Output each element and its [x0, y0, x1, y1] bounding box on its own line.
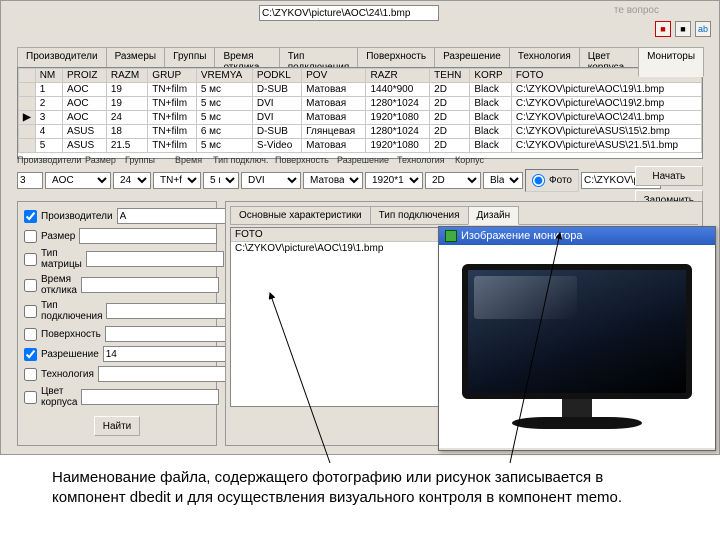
col-header[interactable]: PODKL [252, 69, 301, 83]
check-value-8[interactable] [81, 389, 219, 405]
window-icon [445, 230, 457, 242]
data-grid[interactable]: NMPROIZRAZMGRUPVREMYAPODKLPOVRAZRTEHNKOR… [18, 68, 702, 153]
tab-9[interactable]: Мониторы [638, 47, 704, 77]
start-button[interactable]: Начать [635, 166, 703, 186]
check-label: Тип подключения [41, 300, 102, 322]
toolbar-icon-3[interactable]: ab [695, 21, 711, 37]
top-path-field-wrap [259, 5, 439, 21]
table-row[interactable]: ▶3AOC24TN+film5 мсDVIМатовая1920*10802DB… [19, 111, 702, 125]
filter-check-panel: Производители Размер Тип матрицы Время откл… [17, 201, 217, 446]
caption-text: Наименование файла, содержащего фотограф… [52, 468, 680, 509]
check-row-4: Тип подключения [24, 300, 210, 322]
photo-radio-group[interactable]: Фото [525, 169, 579, 192]
top-path-field[interactable] [259, 5, 439, 21]
check-1[interactable] [24, 230, 37, 243]
check-0[interactable] [24, 210, 37, 223]
col-header[interactable]: POV [302, 69, 366, 83]
find-button[interactable]: Найти [94, 416, 141, 436]
filter-select-1[interactable]: 24 [113, 172, 151, 189]
help-hint: те вопрос [614, 5, 659, 16]
check-row-2: Тип матрицы [24, 248, 210, 270]
col-header[interactable]: RAZR [366, 69, 430, 83]
check-2[interactable] [24, 253, 37, 266]
check-8[interactable] [24, 391, 37, 404]
image-window-titlebar[interactable]: Изображение монитора [439, 227, 715, 245]
check-value-7[interactable] [98, 366, 236, 382]
check-label: Размер [41, 231, 75, 242]
col-header[interactable]: NM [35, 69, 62, 83]
check-label: Поверхность [41, 329, 101, 340]
image-preview-window[interactable]: Изображение монитора [438, 226, 716, 451]
check-3[interactable] [24, 279, 37, 292]
check-row-3: Время отклика [24, 274, 210, 296]
filter-row: ПроизводителиРазмерГруппыВремяТип подклю… [17, 169, 703, 192]
filter-select-8[interactable]: Black [483, 172, 523, 189]
check-row-7: Технология [24, 366, 210, 382]
check-value-1[interactable] [79, 228, 217, 244]
filter-select-2[interactable]: TN+film [153, 172, 201, 189]
photo-radio[interactable] [532, 172, 545, 189]
filter-select-6[interactable]: 1920*10 [365, 172, 423, 189]
check-value-2[interactable] [86, 251, 224, 267]
filter-select-0[interactable]: AOC [45, 172, 111, 189]
table-row[interactable]: 2AOC19TN+film5 мсDVIМатовая1280*10242DBl… [19, 97, 702, 111]
check-row-6: Разрешение [24, 346, 210, 362]
image-window-title: Изображение монитора [461, 230, 583, 242]
check-row-8: Цвет корпуса [24, 386, 210, 408]
detail-tab-1[interactable]: Тип подключения [370, 206, 469, 224]
monitor-image [462, 264, 692, 429]
toolbar-icons: ■ ■ ab [655, 21, 711, 37]
filter-select-4[interactable]: DVI [241, 172, 301, 189]
toolbar-icon-2[interactable]: ■ [675, 21, 691, 37]
col-header[interactable]: RAZM [106, 69, 147, 83]
filter-select-5[interactable]: Матовая [303, 172, 363, 189]
check-label: Разрешение [41, 349, 99, 360]
col-header[interactable]: KORP [470, 69, 511, 83]
monitor-preview [439, 245, 715, 448]
check-6[interactable] [24, 348, 37, 361]
col-header[interactable]: PROIZ [62, 69, 106, 83]
filter-id[interactable] [17, 172, 43, 189]
check-label: Время отклика [41, 274, 77, 296]
table-row[interactable]: 1AOC19TN+film5 мсD-SUBМатовая1440*9002DB… [19, 83, 702, 97]
check-label: Тип матрицы [41, 248, 82, 270]
col-header[interactable]: TEHN [430, 69, 470, 83]
check-7[interactable] [24, 368, 37, 381]
toolbar-icon-1[interactable]: ■ [655, 21, 671, 37]
col-header[interactable]: VREMYA [196, 69, 252, 83]
filter-select-7[interactable]: 2D [425, 172, 481, 189]
data-grid-wrap: NMPROIZRAZMGRUPVREMYAPODKLPOVRAZRTEHNKOR… [17, 67, 703, 159]
check-value-6[interactable] [103, 346, 241, 362]
table-row[interactable]: 5ASUS21.5TN+film5 мсS-VideoМатовая1920*1… [19, 139, 702, 153]
detail-tab-0[interactable]: Основные характеристики [230, 206, 371, 224]
check-label: Производители [41, 211, 113, 222]
filter-select-3[interactable]: 5 мс [203, 172, 239, 189]
table-row[interactable]: 4ASUS18TN+film6 мсD-SUBГлянцевая1280*102… [19, 125, 702, 139]
check-5[interactable] [24, 328, 37, 341]
check-row-5: Поверхность [24, 326, 210, 342]
check-label: Цвет корпуса [41, 386, 77, 408]
col-header[interactable]: GRUP [148, 69, 197, 83]
check-row-0: Производители [24, 208, 210, 224]
check-value-5[interactable] [105, 326, 243, 342]
check-4[interactable] [24, 305, 37, 318]
detail-tab-2[interactable]: Дизайн [468, 206, 520, 225]
check-label: Технология [41, 369, 94, 380]
detail-tabs: Основные характеристикиТип подключенияДи… [230, 206, 698, 225]
check-value-3[interactable] [81, 277, 219, 293]
check-row-1: Размер [24, 228, 210, 244]
check-value-4[interactable] [106, 303, 244, 319]
